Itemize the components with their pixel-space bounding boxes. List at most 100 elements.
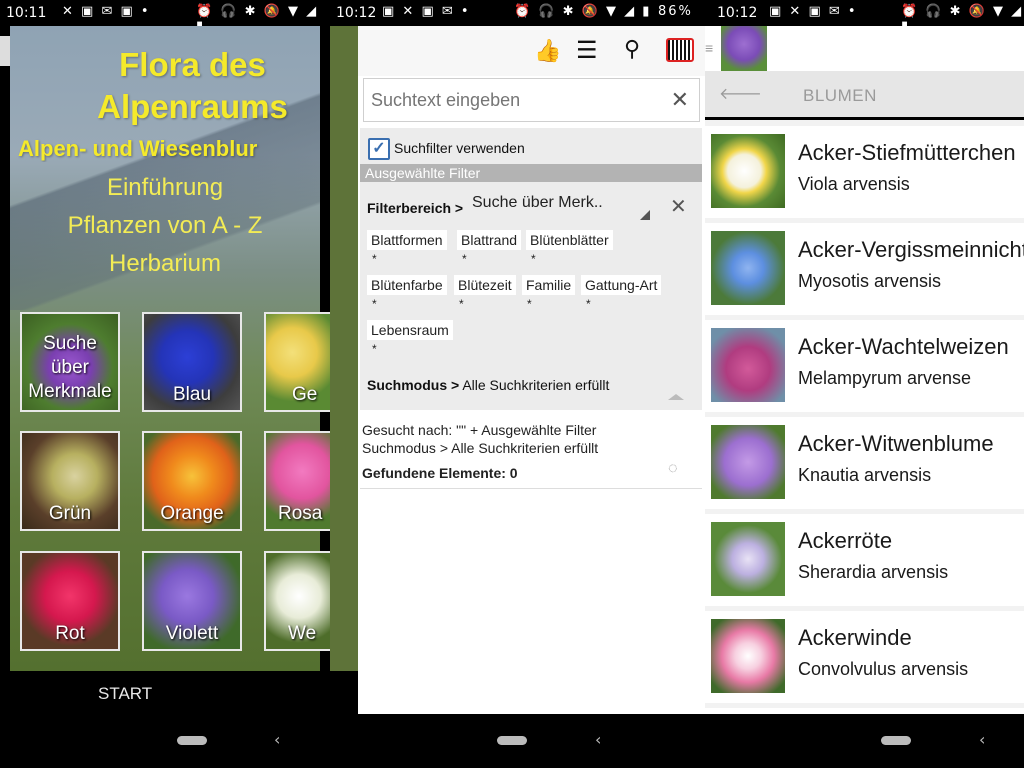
menu-item-einfuehrung[interactable]: Einführung	[10, 174, 320, 202]
flower-list-panel: 10:12 ▣ ✕ ▣ ✉ • ⏰ 🎧 ✱ 🔕 ▼ ◢ ▮ ≡ 🡐 BLUMEN…	[705, 0, 1024, 768]
use-filter-label: Suchfilter verwenden	[394, 140, 525, 156]
clear-search-icon[interactable]: ✕	[671, 87, 689, 113]
chip-blattformen[interactable]: Blattformen	[367, 230, 447, 250]
notification-icons: ▣ ✕ ▣ ✉ •	[769, 4, 858, 19]
flower-name: Ackerröte	[798, 528, 893, 553]
app-subtitle: Alpen- und Wiesenblur	[18, 136, 258, 161]
notification-icons: ▣ ✕ ▣ ✉ •	[382, 4, 471, 19]
start-label[interactable]: START	[98, 684, 152, 704]
home-pill-icon[interactable]	[881, 736, 911, 745]
divider	[360, 488, 702, 489]
category-bar: 🡐 BLUMEN	[705, 71, 1024, 117]
home-pill-icon[interactable]	[497, 736, 527, 745]
collapse-caret-icon[interactable]	[668, 394, 684, 400]
list-item[interactable]: Acker-Stiefmütterchen Viola arvensis	[705, 126, 1024, 218]
tile-weiss[interactable]: We	[264, 551, 330, 651]
tile-label: Grün	[48, 503, 92, 524]
back-arrow-icon[interactable]: 🡐	[719, 83, 762, 104]
tile-rosa[interactable]: Rosa	[264, 431, 330, 531]
tile-gelb[interactable]: Ge	[264, 312, 330, 412]
chip-bluetenblaetter[interactable]: Blütenblätter	[526, 230, 613, 250]
drawer-handle[interactable]	[0, 36, 10, 66]
system-nav-bar: ‹	[705, 714, 1024, 768]
chip-value: *	[527, 297, 532, 311]
chip-bluetezeit[interactable]: Blütezeit	[454, 275, 516, 295]
list-item[interactable]: Acker-Wachtelweizen Melampyrum arvense	[705, 320, 1024, 412]
status-bar: 10:11 ✕ ▣ ✉ ▣ • ⏰ 🎧 ✱ 🔕 ▼ ◢ ▮	[0, 0, 330, 34]
system-nav-bar: ‹	[330, 714, 705, 768]
status-time: 10:12	[336, 5, 377, 21]
suchmodus-row[interactable]: Suchmodus > Alle Suchkriterien erfüllt	[367, 377, 609, 393]
flower-list: Acker-Stiefmütterchen Viola arvensis Ack…	[705, 120, 1024, 724]
dropdown-arrow-icon	[640, 210, 650, 220]
flower-latin-name: Viola arvensis	[798, 174, 910, 194]
tile-orange[interactable]: Orange	[142, 431, 242, 531]
category-title: BLUMEN	[803, 86, 877, 105]
result-mode-text: Suchmodus > Alle Suchkriterien erfüllt	[362, 440, 599, 456]
list-item[interactable]: Acker-Witwenblume Knautia arvensis	[705, 417, 1024, 509]
list-item[interactable]: Acker-Vergissmeinnicht Myosotis arvensis	[705, 223, 1024, 315]
tile-label: Blau	[172, 384, 212, 405]
back-icon[interactable]: ‹	[274, 730, 280, 749]
tile-label: We	[288, 623, 317, 644]
flower-name: Acker-Vergissmeinnicht	[798, 237, 1024, 262]
drawer-handle-icon[interactable]: ≡	[705, 40, 713, 56]
list-icon[interactable]: ☰	[576, 36, 598, 65]
app-logo-thumbnail[interactable]	[721, 26, 767, 71]
start-screen-panel: 10:11 ✕ ▣ ✉ ▣ • ⏰ 🎧 ✱ 🔕 ▼ ◢ ▮ Flora des …	[0, 0, 330, 768]
list-item[interactable]: Ackerwinde Convolvulus arvensis	[705, 611, 1024, 703]
flower-image	[711, 328, 785, 402]
menu-item-pflanzen-a-z[interactable]: Pflanzen von A - Z	[10, 212, 320, 240]
flower-image	[711, 231, 785, 305]
chip-value: *	[531, 252, 536, 266]
back-icon[interactable]: ‹	[979, 730, 985, 749]
filter-box: ✓ Suchfilter verwenden Ausgewählte Filte…	[360, 128, 702, 410]
list-item[interactable]: Ackerröte Sherardia arvensis	[705, 514, 1024, 606]
back-icon[interactable]: ‹	[595, 730, 601, 749]
tile-label: Violett	[165, 623, 219, 644]
loading-icon: ◌	[668, 460, 678, 477]
tile-rot[interactable]: Rot	[20, 551, 120, 651]
chip-value: *	[459, 297, 464, 311]
background-strip	[330, 26, 358, 671]
chip-bluetenfarbe[interactable]: Blütenfarbe	[367, 275, 447, 295]
flower-name: Ackerwinde	[798, 625, 912, 650]
battery-percentage: 86%	[658, 4, 693, 19]
tile-search-by-features[interactable]: Suche über Merkmale	[20, 312, 120, 412]
flower-latin-name: Sherardia arvensis	[798, 562, 949, 582]
status-bar: 10:12 ▣ ✕ ▣ ✉ • ⏰ 🎧 ✱ 🔕 ▼ ◢ ▮	[705, 0, 1024, 34]
chip-value: *	[586, 297, 591, 311]
system-icons: ⏰ 🎧 ✱ 🔕 ▼ ◢ ▮	[514, 4, 652, 19]
app-title-line1: Flora des	[119, 46, 266, 83]
barcode-icon[interactable]	[666, 38, 694, 68]
clear-filter-icon[interactable]: ✕	[670, 194, 687, 219]
flower-latin-name: Melampyrum arvense	[798, 368, 972, 388]
flower-image	[711, 619, 785, 693]
chip-gattung-art[interactable]: Gattung-Art	[581, 275, 662, 295]
thumbs-up-icon[interactable]: 👍	[534, 38, 561, 64]
chip-blattrand[interactable]: Blattrand	[457, 230, 522, 250]
use-filter-checkbox[interactable]: ✓	[368, 138, 390, 160]
chip-lebensraum[interactable]: Lebensraum	[367, 320, 453, 340]
flower-name: Acker-Witwenblume	[798, 431, 994, 456]
flower-latin-name: Convolvulus arvensis	[798, 659, 969, 679]
tile-gruen[interactable]: Grün	[20, 431, 120, 531]
menu-item-herbarium[interactable]: Herbarium	[10, 250, 320, 278]
filterbereich-dropdown[interactable]: Suche über Merk..	[472, 194, 650, 222]
search-input[interactable]	[369, 89, 663, 112]
tile-label: Suche über Merkmale	[28, 333, 112, 402]
search-icon[interactable]: ⚲	[624, 36, 640, 62]
flower-latin-name: Knautia arvensis	[798, 465, 932, 485]
tile-violett[interactable]: Violett	[142, 551, 242, 651]
chip-familie[interactable]: Familie	[522, 275, 576, 295]
notification-icons: ✕ ▣ ✉ ▣ •	[62, 4, 151, 19]
result-query-text: Gesucht nach: "" + Ausgewählte Filter	[362, 422, 597, 438]
tile-blau[interactable]: Blau	[142, 312, 242, 412]
chip-value: *	[462, 252, 467, 266]
flower-latin-name: Myosotis arvensis	[798, 271, 942, 291]
app-title-line2: Alpenraums	[97, 88, 288, 125]
flower-image	[711, 134, 785, 208]
filterbereich-label: Filterbereich >	[367, 200, 464, 216]
selected-filter-header: Ausgewählte Filter	[360, 164, 702, 182]
home-pill-icon[interactable]	[177, 736, 207, 745]
